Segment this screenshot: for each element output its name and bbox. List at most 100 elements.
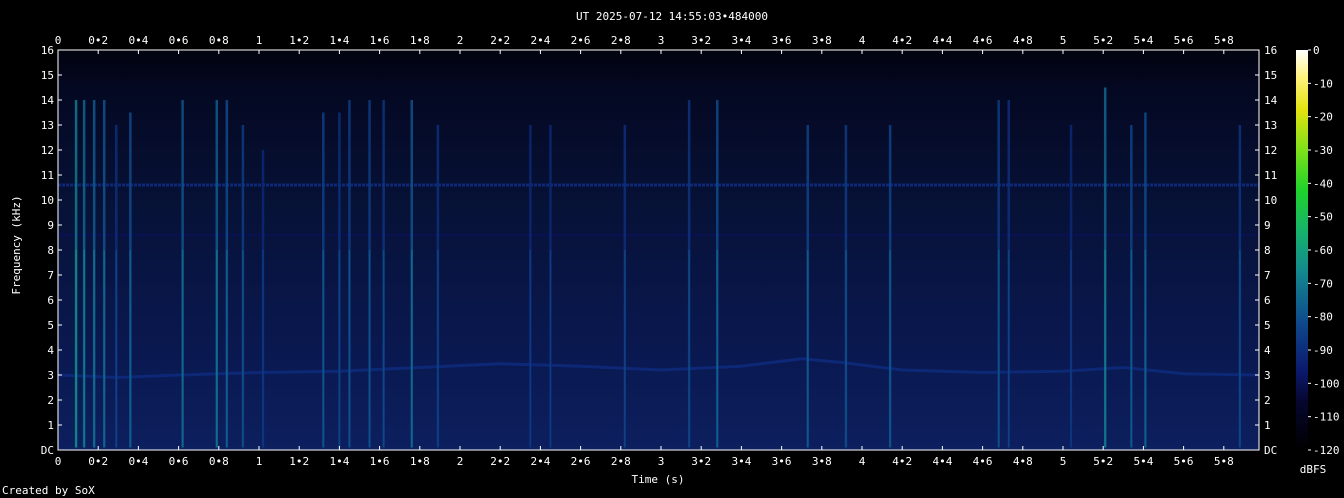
y-tick-label-right: 5: [1264, 319, 1271, 332]
y-tick-label-left: 16: [41, 44, 54, 57]
x-tick-label-top: 4•8: [1013, 34, 1033, 47]
y-tick-label-right: 9: [1264, 219, 1271, 232]
x-tick-label-bottom: 1: [256, 455, 263, 468]
colorbar-tick-label: -70: [1313, 277, 1333, 290]
x-tick-label-bottom: 4•2: [892, 455, 912, 468]
y-tick-label-right: DC: [1264, 444, 1277, 457]
y-tick-label-left: DC: [41, 444, 54, 457]
colorbar-tick-label: -60: [1313, 244, 1333, 257]
colorbar-tick-label: 0: [1313, 44, 1320, 57]
y-tick-label-left: 11: [41, 169, 54, 182]
sox-credit: Created by SoX: [2, 484, 95, 497]
x-tick-label-top: 3•2: [691, 34, 711, 47]
x-axis-label: Time (s): [632, 473, 685, 486]
x-tick-label-bottom: 5•4: [1133, 455, 1153, 468]
plot-area: [58, 50, 1259, 450]
y-tick-label-left: 14: [41, 94, 55, 107]
y-tick-label-left: 6: [47, 294, 54, 307]
x-tick-label-bottom: 2: [457, 455, 464, 468]
y-tick-label-right: 6: [1264, 294, 1271, 307]
x-tick-label-top: 5•6: [1174, 34, 1194, 47]
colorbar-tick-label: -110: [1313, 411, 1340, 424]
y-tick-label-right: 12: [1264, 144, 1277, 157]
x-tick-label-top: 5•2: [1093, 34, 1113, 47]
x-tick-label-top: 1•6: [370, 34, 390, 47]
x-tick-label-top: 4: [859, 34, 866, 47]
y-tick-label-right: 8: [1264, 244, 1271, 257]
x-tick-label-bottom: 0•4: [128, 455, 148, 468]
x-tick-label-bottom: 1•8: [410, 455, 430, 468]
x-tick-label-bottom: 0: [55, 455, 62, 468]
x-tick-label-top: 3•8: [812, 34, 832, 47]
y-tick-label-right: 10: [1264, 194, 1277, 207]
x-tick-label-bottom: 5•6: [1174, 455, 1194, 468]
colorbar-tick-label: -90: [1313, 344, 1333, 357]
x-tick-label-bottom: 3•6: [772, 455, 792, 468]
y-tick-label-left: 5: [47, 319, 54, 332]
y-tick-label-right: 2: [1264, 394, 1271, 407]
colorbar-tick-label: -20: [1313, 111, 1333, 124]
y-tick-label-right: 16: [1264, 44, 1277, 57]
colorbar-tick-label: -100: [1313, 377, 1340, 390]
y-axis-label: Frequency (kHz): [10, 195, 23, 294]
y-tick-label-right: 3: [1264, 369, 1271, 382]
x-tick-label-bottom: 4•8: [1013, 455, 1033, 468]
x-tick-label-top: 1•8: [410, 34, 430, 47]
x-tick-label-bottom: 4•4: [932, 455, 952, 468]
colorbar-tick-label: -50: [1313, 211, 1333, 224]
y-tick-label-left: 13: [41, 119, 54, 132]
colorbar-tick-label: -30: [1313, 144, 1333, 157]
x-tick-label-bottom: 3•2: [691, 455, 711, 468]
x-tick-label-top: 4•2: [892, 34, 912, 47]
x-tick-label-top: 1•2: [289, 34, 309, 47]
colorbar-label: dBFS: [1300, 463, 1327, 476]
colorbar-tick-label: -80: [1313, 311, 1333, 324]
x-tick-label-bottom: 2•2: [490, 455, 510, 468]
y-tick-label-right: 7: [1264, 269, 1271, 282]
x-tick-label-top: 0•2: [88, 34, 108, 47]
x-tick-label-bottom: 4•6: [973, 455, 993, 468]
x-tick-label-top: 3•6: [772, 34, 792, 47]
x-tick-label-bottom: 3•4: [731, 455, 751, 468]
colorbar: [1296, 50, 1308, 450]
y-tick-label-right: 13: [1264, 119, 1277, 132]
y-tick-label-left: 12: [41, 144, 54, 157]
x-tick-label-top: 1: [256, 34, 263, 47]
y-tick-label-left: 7: [47, 269, 54, 282]
x-tick-label-top: 2•8: [611, 34, 631, 47]
y-tick-label-left: 10: [41, 194, 54, 207]
y-tick-label-right: 14: [1264, 94, 1278, 107]
chart-title: UT 2025-07-12 14:55:03•484000: [576, 10, 768, 23]
x-tick-label-bottom: 2•6: [571, 455, 591, 468]
colorbar-tick-label: -10: [1313, 77, 1333, 90]
x-tick-label-top: 2: [457, 34, 464, 47]
spectrogram-background: [58, 50, 1259, 450]
y-tick-label-left: 1: [47, 419, 54, 432]
y-tick-label-left: 4: [47, 344, 54, 357]
x-tick-label-top: 4•6: [973, 34, 993, 47]
x-tick-label-bottom: 5: [1060, 455, 1067, 468]
x-tick-label-top: 3•4: [731, 34, 751, 47]
x-tick-label-top: 5•8: [1214, 34, 1234, 47]
x-tick-label-top: 2•6: [571, 34, 591, 47]
x-tick-label-top: 2•2: [490, 34, 510, 47]
x-tick-label-top: 1•4: [329, 34, 349, 47]
x-tick-label-top: 0: [55, 34, 62, 47]
y-tick-label-right: 11: [1264, 169, 1277, 182]
x-tick-label-bottom: 0•6: [169, 455, 189, 468]
y-tick-label-left: 2: [47, 394, 54, 407]
x-tick-label-bottom: 5•8: [1214, 455, 1234, 468]
spectrogram-chart: UT 2025-07-12 14:55:03•484000 0 0•2 0•4 0•6…: [10, 10, 1340, 486]
x-tick-label-bottom: 2•8: [611, 455, 631, 468]
colorbar-axis: 0 -10 -20 -30 -40 -50 -60 -70 -80 -90 -100 -110 -120: [1308, 44, 1340, 457]
y-tick-label-right: 1: [1264, 419, 1271, 432]
x-tick-label-top: 4•4: [932, 34, 952, 47]
x-tick-label-bottom: 3: [658, 455, 665, 468]
x-tick-label-bottom: 1•4: [329, 455, 349, 468]
x-tick-label-top: 5: [1060, 34, 1067, 47]
x-tick-label-top: 5•4: [1133, 34, 1153, 47]
x-tick-label-top: 2•4: [530, 34, 550, 47]
x-tick-label-top: 0•6: [169, 34, 189, 47]
x-tick-label-bottom: 5•2: [1093, 455, 1113, 468]
x-tick-label-bottom: 4: [859, 455, 866, 468]
